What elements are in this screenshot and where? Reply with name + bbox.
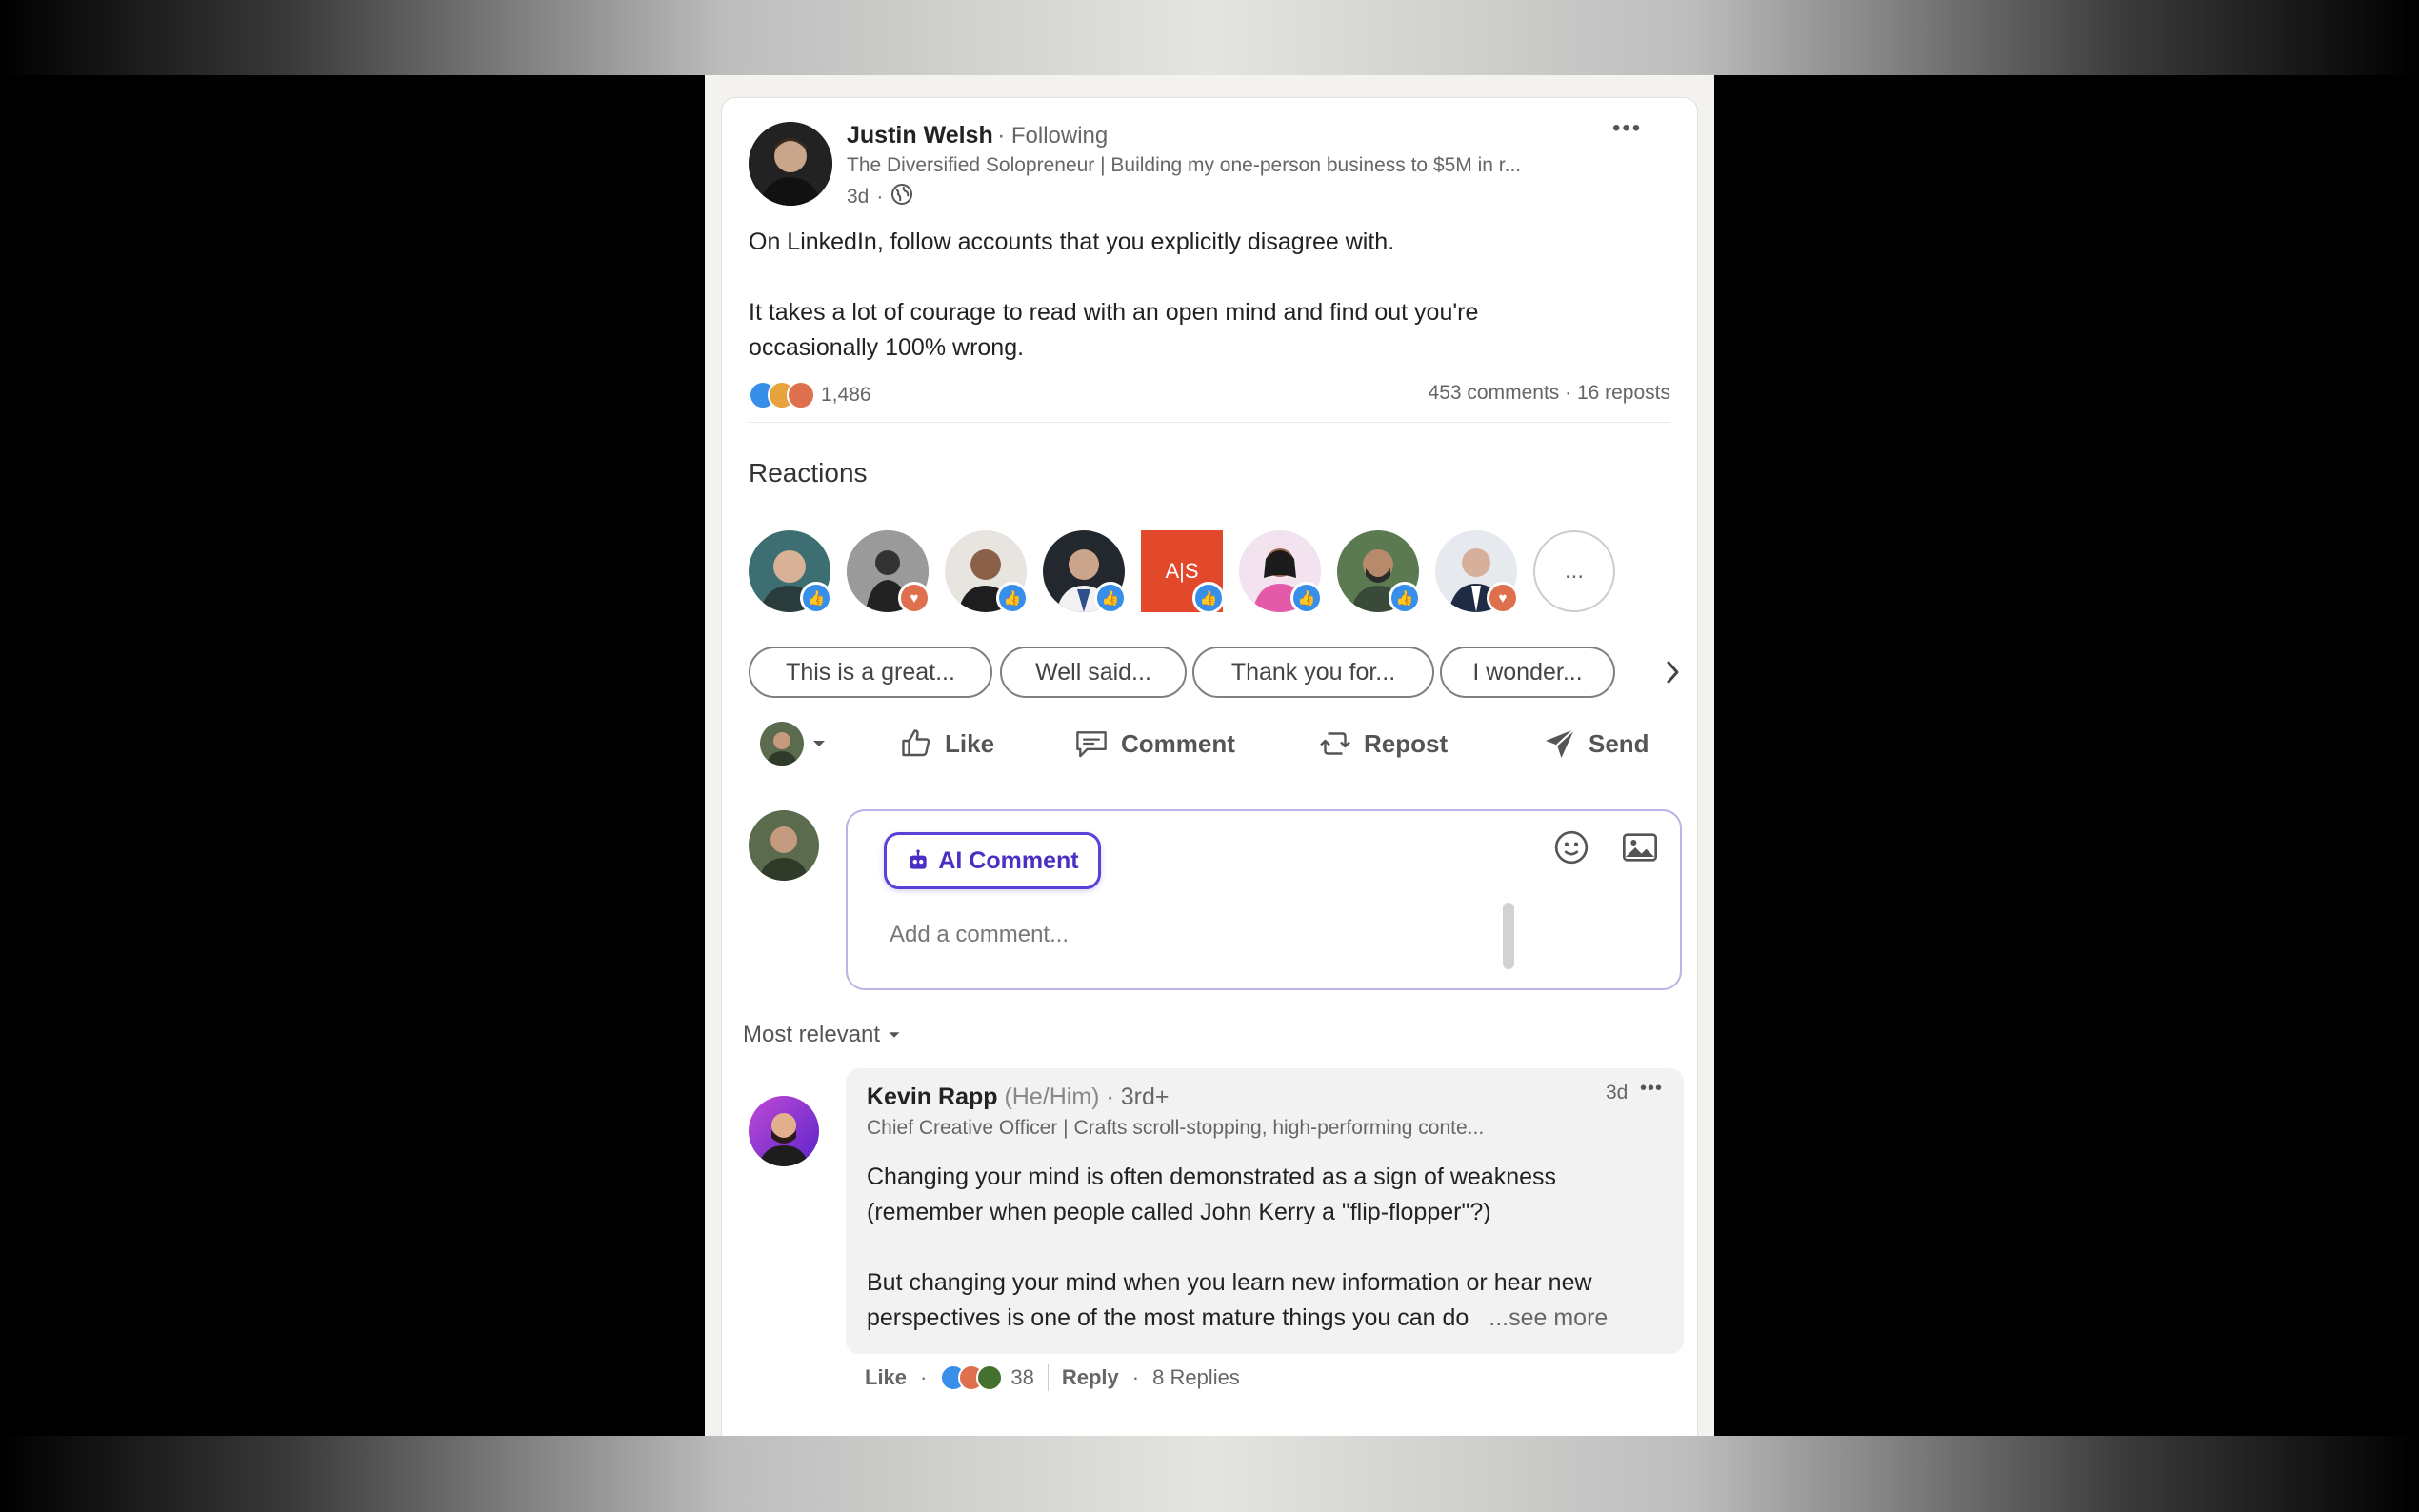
like-badge-icon: 👍 — [1389, 582, 1421, 614]
connection-degree: · 3rd+ — [1106, 1084, 1170, 1110]
footer-divider — [1047, 1364, 1049, 1391]
comment-reaction-count: 38 — [1010, 1365, 1034, 1389]
ai-comment-label: AI Comment — [938, 846, 1079, 874]
top-backdrop-band — [0, 0, 2419, 75]
ai-comment-button[interactable]: AI Comment — [884, 832, 1101, 889]
comment-composer[interactable]: AI Comment Add a comment... — [846, 809, 1682, 990]
comments-reposts-count[interactable]: 453 comments · 16 reposts — [1429, 382, 1670, 405]
repost-icon — [1320, 732, 1350, 755]
reactions-heading: Reactions — [749, 458, 868, 487]
bottom-backdrop-band — [0, 1436, 2419, 1512]
commenter-pronouns: (He/Him) — [1004, 1084, 1100, 1110]
globe-icon — [890, 183, 913, 211]
reply-button[interactable]: Reply — [1062, 1365, 1119, 1390]
repost-button[interactable]: Repost — [1318, 715, 1448, 772]
like-badge-icon: 👍 — [996, 582, 1029, 614]
replies-link[interactable]: 8 Replies — [1152, 1365, 1240, 1390]
commenter-name[interactable]: Kevin Rapp — [867, 1084, 998, 1110]
suggestion-chip[interactable]: I wonder... — [1440, 647, 1615, 698]
actor-selector[interactable] — [760, 715, 829, 772]
comment-text-line: (remember when people called John Kerry … — [867, 1199, 1491, 1225]
love-reaction-icon — [787, 381, 815, 409]
footer-separator: · — [920, 1365, 928, 1389]
more-reactors-button[interactable]: ... — [1533, 530, 1615, 612]
send-icon — [1546, 728, 1575, 758]
comment-text-line: perspectives is one of the most mature t… — [867, 1304, 1469, 1331]
celebrate-reaction-icon — [976, 1364, 1004, 1391]
comment-button[interactable]: Comment — [1073, 715, 1235, 772]
reactor-avatar[interactable]: 👍 — [1337, 530, 1421, 614]
comment-time: 3d — [1606, 1082, 1629, 1104]
reactor-avatar[interactable]: 👍 — [945, 530, 1029, 614]
suggestion-chip[interactable]: This is a great... — [749, 647, 992, 698]
post-text-line: On LinkedIn, follow accounts that you ex… — [749, 229, 1395, 255]
send-label: Send — [1589, 728, 1649, 758]
current-user-avatar — [749, 810, 819, 881]
divider — [749, 422, 1670, 423]
post-time: 3d — [847, 186, 870, 208]
sort-label: Most relevant — [743, 1022, 881, 1047]
reactor-avatar[interactable]: ♥ — [1435, 530, 1519, 614]
suggestion-chip[interactable]: Well said... — [1000, 647, 1187, 698]
following-label[interactable]: Following — [1011, 123, 1108, 149]
like-badge-icon: 👍 — [1094, 582, 1127, 614]
comment-label: Comment — [1121, 728, 1235, 758]
reaction-summary[interactable]: 1,486 — [749, 381, 871, 409]
author-headline: The Diversified Solopreneur | Building m… — [847, 154, 1522, 176]
comment-reaction-summary[interactable]: 38 — [940, 1364, 1034, 1391]
like-label: Like — [945, 728, 995, 758]
like-button[interactable]: Like — [899, 715, 994, 772]
emoji-icon[interactable] — [1552, 828, 1590, 871]
author-avatar[interactable] — [749, 122, 832, 206]
send-button[interactable]: Send — [1543, 715, 1649, 772]
post-text-line: It takes a lot of courage to read with a… — [749, 299, 1479, 326]
commenter-headline: Chief Creative Officer | Crafts scroll-s… — [867, 1117, 1485, 1139]
like-badge-icon: 👍 — [800, 582, 832, 614]
comment-text-line: Changing your mind is often demonstrated… — [867, 1164, 1557, 1190]
comment-text-line: But changing your mind when you learn ne… — [867, 1269, 1592, 1296]
caret-down-icon — [813, 741, 825, 746]
robot-icon — [910, 849, 928, 869]
sort-selector[interactable]: Most relevant — [743, 1022, 903, 1048]
comment-bubble: Kevin Rapp (He/Him) · 3rd+ Chief Creativ… — [846, 1068, 1684, 1354]
chevron-right-icon[interactable] — [1625, 645, 1682, 700]
meta-separator: · — [876, 186, 884, 208]
caret-down-icon — [889, 1032, 900, 1038]
author-name[interactable]: Justin Welsh — [847, 122, 993, 149]
footer-separator: · — [1131, 1365, 1140, 1389]
post-more-icon[interactable]: ••• — [1612, 115, 1642, 142]
input-resize-handle[interactable] — [1503, 903, 1514, 969]
comment-like-button[interactable]: Like — [865, 1365, 907, 1390]
like-badge-icon: 👍 — [1192, 582, 1225, 614]
image-icon[interactable] — [1621, 828, 1659, 871]
suggestion-chip[interactable]: Thank you for... — [1192, 647, 1434, 698]
reactor-avatar[interactable]: 👍 — [1043, 530, 1127, 614]
actor-avatar — [760, 722, 804, 766]
love-badge-icon: ♥ — [1487, 582, 1519, 614]
reactor-avatar[interactable]: ♥ — [847, 530, 930, 614]
post-card: Justin Welsh · Following The Diversified… — [722, 98, 1697, 1436]
see-more-link[interactable]: ...see more — [1489, 1304, 1608, 1331]
comment-icon — [1076, 731, 1107, 758]
love-badge-icon: ♥ — [898, 582, 930, 614]
feed-panel: Justin Welsh · Following The Diversified… — [705, 75, 1714, 1436]
post-text-line: occasionally 100% wrong. — [749, 334, 1025, 361]
reactor-avatar[interactable]: 👍 — [1239, 530, 1323, 614]
reaction-count: 1,486 — [821, 384, 871, 406]
comment-more-icon[interactable]: ••• — [1640, 1078, 1663, 1100]
reactor-avatar[interactable]: 👍 — [749, 530, 832, 614]
thumbs-up-icon — [902, 729, 930, 757]
comment-input[interactable]: Add a comment... — [890, 922, 1069, 948]
repost-label: Repost — [1364, 728, 1449, 758]
reactor-company-logo[interactable]: A|S 👍 — [1141, 530, 1225, 614]
commenter-avatar[interactable] — [749, 1096, 819, 1166]
following-dot: · — [997, 123, 1011, 149]
like-badge-icon: 👍 — [1290, 582, 1323, 614]
